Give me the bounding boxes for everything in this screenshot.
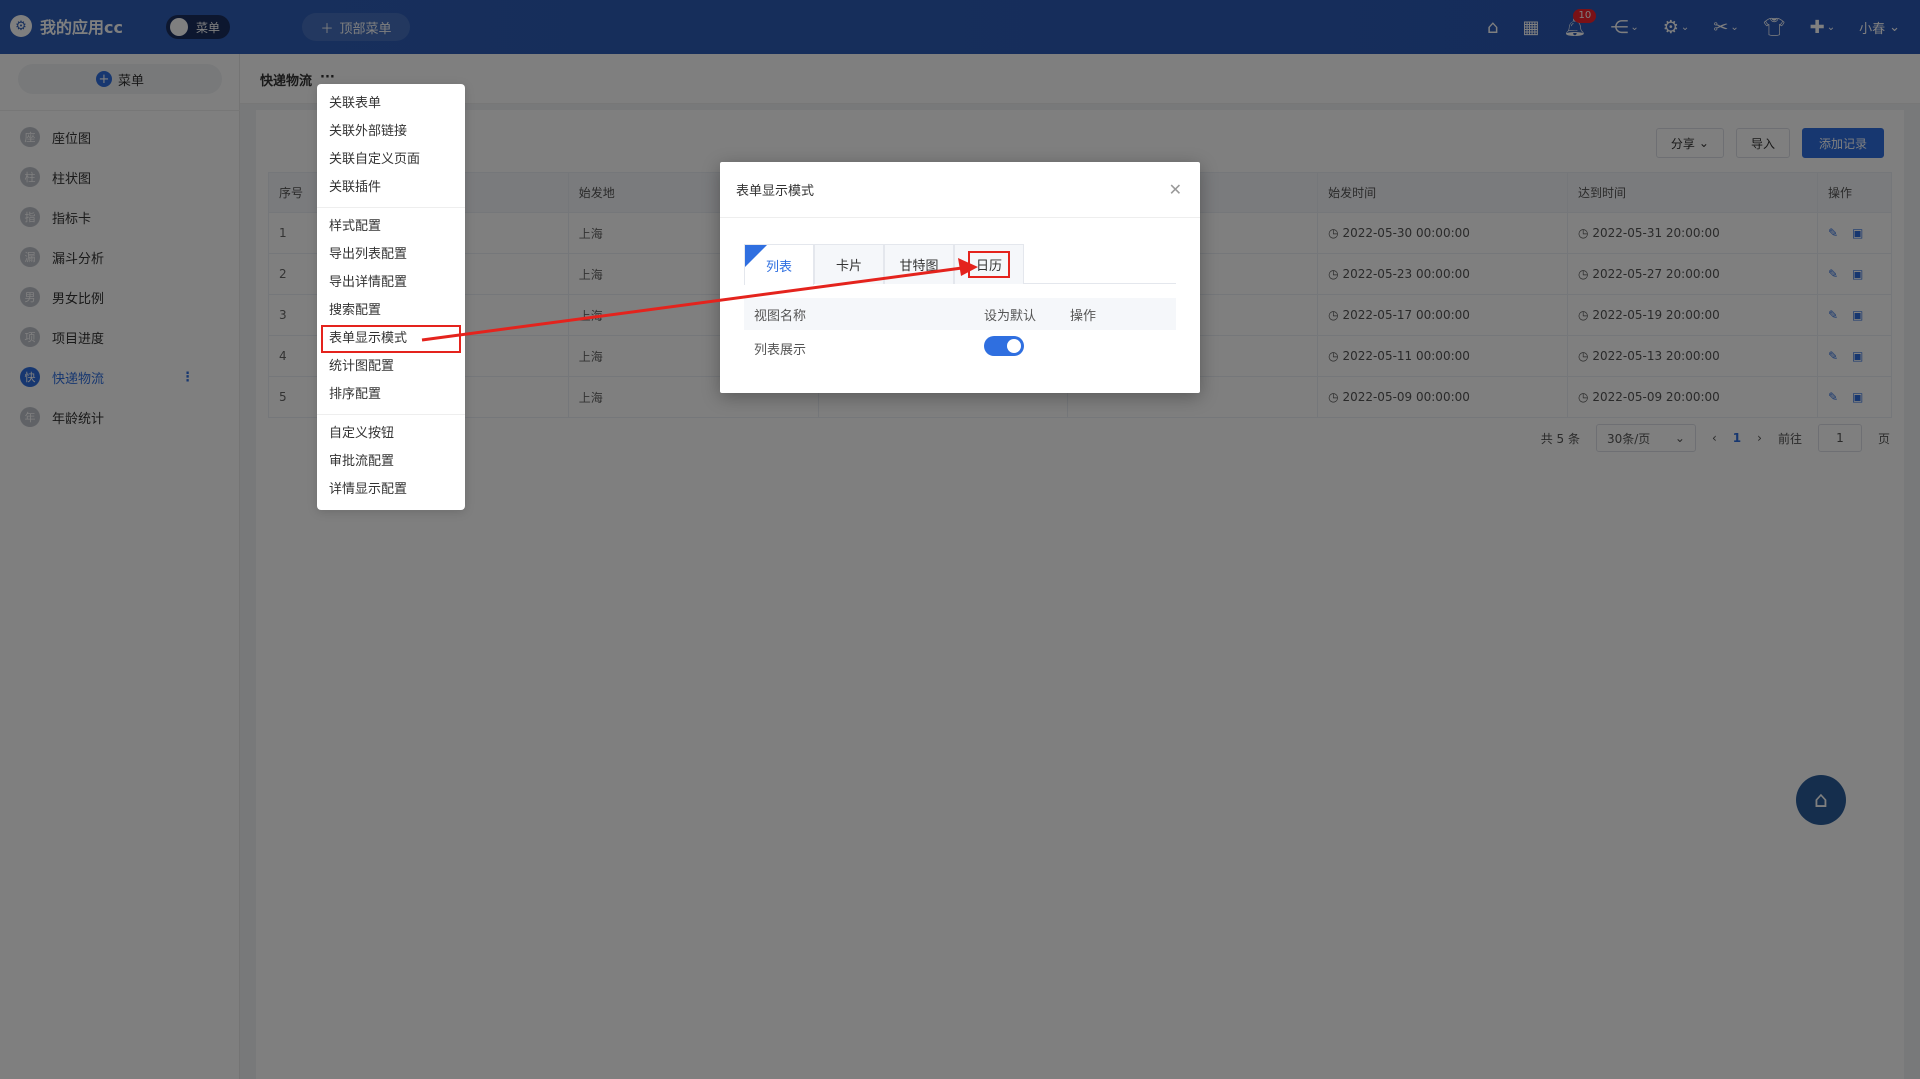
menu-item-style-config[interactable]: 样式配置 [317, 213, 465, 241]
menu-item-external-link[interactable]: 关联外部链接 [317, 118, 465, 146]
set-default-toggle[interactable] [984, 336, 1024, 356]
view-table-header: 视图名称 设为默认 操作 [744, 298, 1176, 330]
column-header: 设为默认 [984, 308, 1037, 324]
tab-label: 甘特图 [899, 259, 939, 274]
menu-item-plugin[interactable]: 关联插件 [317, 174, 465, 202]
tab-calendar[interactable]: 日历 [954, 244, 1024, 284]
menu-item-chart-config[interactable]: 统计图配置 [317, 353, 465, 381]
menu-item-related-form[interactable]: 关联表单 [317, 90, 465, 118]
menu-item-form-display-mode[interactable]: 表单显示模式 [321, 325, 461, 353]
column-header: 操作 [1070, 308, 1097, 324]
default-ribbon [745, 245, 767, 267]
menu-divider [317, 414, 465, 415]
menu-item-custom-button[interactable]: 自定义按钮 [317, 420, 465, 448]
display-mode-dialog: 表单显示模式 ✕ 列表 卡片 甘特图 日历 视图名称 设为默认 操作 列表展示 [720, 162, 1200, 393]
tab-gantt[interactable]: 甘特图 [884, 244, 954, 284]
menu-divider [317, 207, 465, 208]
menu-item-sort-config[interactable]: 排序配置 [317, 381, 465, 409]
close-icon[interactable]: ✕ [1169, 180, 1182, 199]
menu-item-export-list-config[interactable]: 导出列表配置 [317, 241, 465, 269]
view-name-cell: 列表展示 [754, 342, 807, 358]
menu-item-search-config[interactable]: 搜索配置 [317, 297, 465, 325]
menu-item-approval-config[interactable]: 审批流配置 [317, 448, 465, 476]
tab-label: 卡片 [835, 259, 862, 274]
view-mode-tabs: 列表 卡片 甘特图 日历 [744, 244, 1176, 285]
tab-list[interactable]: 列表 [744, 244, 814, 285]
dialog-header: 表单显示模式 ✕ [720, 162, 1200, 218]
menu-item-custom-page[interactable]: 关联自定义页面 [317, 146, 465, 174]
tab-card[interactable]: 卡片 [814, 244, 884, 284]
tab-label: 列表 [765, 259, 792, 275]
menu-item-export-detail-config[interactable]: 导出详情配置 [317, 269, 465, 297]
column-header: 视图名称 [754, 308, 807, 324]
view-table: 视图名称 设为默认 操作 列表展示 [744, 298, 1176, 366]
dialog-title: 表单显示模式 [736, 184, 815, 199]
toggle-knob [1007, 339, 1021, 353]
tab-label: 日历 [967, 251, 1010, 278]
table-row: 列表展示 [744, 330, 1176, 366]
menu-item-detail-display-config[interactable]: 详情显示配置 [317, 476, 465, 504]
context-menu: 关联表单 关联外部链接 关联自定义页面 关联插件 样式配置 导出列表配置 导出详… [317, 84, 465, 510]
